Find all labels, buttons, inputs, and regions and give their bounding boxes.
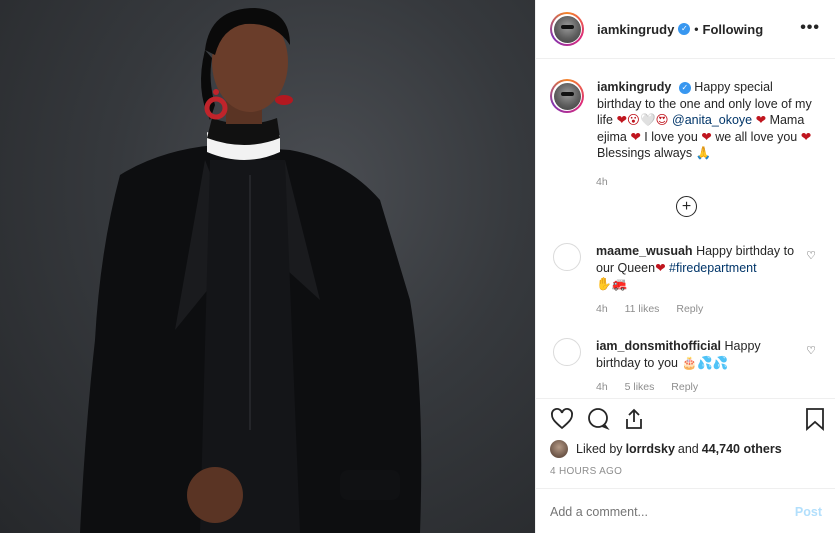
post-timestamp: 4 HOURS AGO: [550, 466, 623, 477]
comment-bubble-icon[interactable]: [586, 407, 610, 431]
reply-button[interactable]: Reply: [676, 303, 703, 315]
post-side-panel: iamkingrudy ✓ • Following ••• iamkingrud…: [535, 0, 835, 533]
comment-item: maame_wusuah Happy birthday to our Queen…: [550, 243, 830, 317]
comment-meta: 4h 5 likes Reply: [596, 379, 796, 396]
like-heart-icon[interactable]: [550, 407, 574, 431]
commenter-avatar[interactable]: [553, 338, 581, 366]
comment-time: 4h: [596, 302, 608, 315]
commenter-username[interactable]: iam_donsmithofficial: [596, 339, 721, 353]
liker-avatar[interactable]: [550, 440, 568, 458]
author-username[interactable]: iamkingrudy: [597, 22, 674, 37]
caption-time: 4h: [596, 176, 608, 188]
portrait-illustration: [80, 8, 422, 533]
comment-meta: 4h 11 likes Reply: [596, 301, 796, 318]
comment-likes[interactable]: 11 likes: [625, 303, 660, 315]
post-header: iamkingrudy ✓ • Following •••: [536, 0, 835, 59]
commenter-username[interactable]: maame_wusuah: [596, 244, 693, 258]
caption-avatar[interactable]: [550, 79, 584, 113]
instagram-post-modal: iamkingrudy ✓ • Following ••• iamkingrud…: [0, 0, 835, 533]
verified-icon: ✓: [678, 23, 691, 35]
comment-item: iam_donsmithofficial Happy birthday to y…: [550, 338, 830, 396]
add-comment-input[interactable]: [550, 504, 795, 519]
separator-dot: •: [694, 22, 699, 36]
load-more-comments-button[interactable]: +: [676, 196, 697, 217]
liker-username[interactable]: lorrdsky: [626, 442, 675, 456]
post-photo[interactable]: [0, 0, 535, 533]
commenter-avatar[interactable]: [553, 243, 581, 271]
caption: iamkingrudy ✓ Happy special birthday to …: [550, 79, 830, 162]
following-button[interactable]: Following: [703, 22, 764, 37]
likes-count[interactable]: 44,740 others: [702, 442, 782, 456]
caption-username[interactable]: iamkingrudy: [597, 80, 671, 94]
add-comment-row: Post: [536, 488, 835, 533]
verified-icon: ✓: [678, 82, 691, 94]
comment-time: 4h: [596, 381, 608, 393]
heart-outline-icon[interactable]: ♡: [806, 344, 816, 357]
mention-link[interactable]: @anita_okoye: [672, 113, 752, 127]
post-comment-button[interactable]: Post: [795, 505, 822, 519]
bookmark-icon[interactable]: [804, 407, 826, 431]
more-options-icon[interactable]: •••: [800, 19, 820, 37]
post-actions: Liked by lorrdsky and 44,740 others 4 HO…: [536, 398, 835, 533]
reply-button[interactable]: Reply: [671, 381, 698, 393]
share-icon[interactable]: [622, 407, 646, 431]
caption-text: iamkingrudy ✓ Happy special birthday to …: [597, 80, 812, 160]
heart-outline-icon[interactable]: ♡: [806, 249, 816, 262]
comment-likes[interactable]: 5 likes: [625, 381, 655, 393]
likes-summary: Liked by lorrdsky and 44,740 others: [550, 440, 782, 458]
author-avatar[interactable]: [550, 12, 584, 46]
hashtag-link[interactable]: #firedepartment: [666, 261, 757, 275]
